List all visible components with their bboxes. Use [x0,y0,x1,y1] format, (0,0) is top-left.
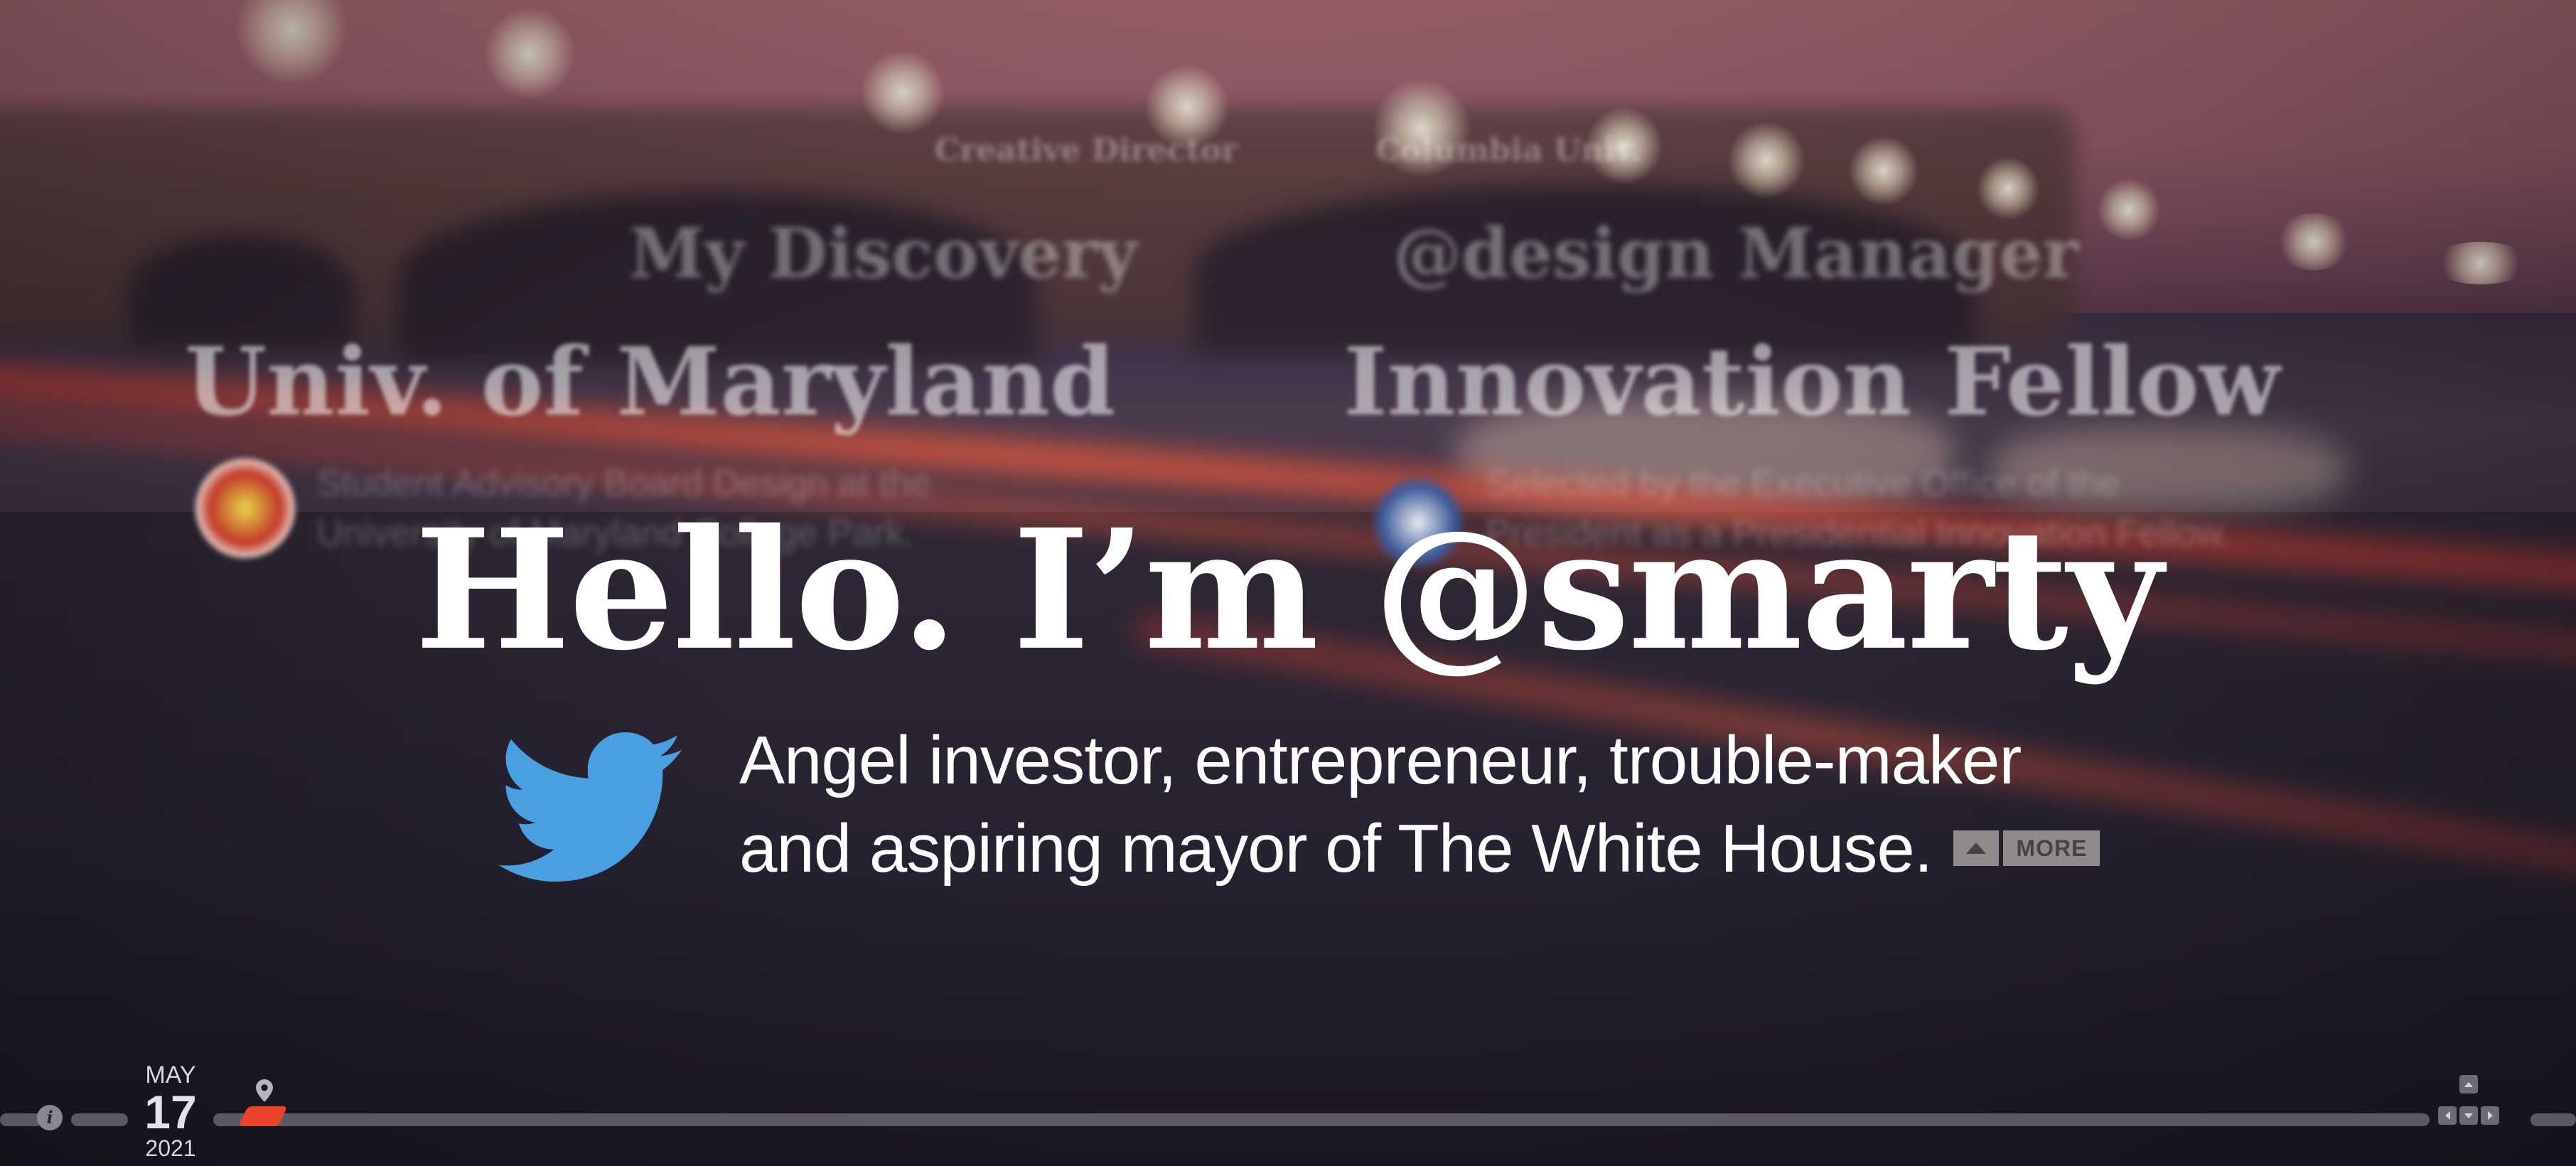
timeline-track[interactable] [0,1109,2576,1126]
arrow-up-icon[interactable] [2459,1075,2478,1093]
hero-tagline: Angel investor, entrepreneur, trouble-ma… [739,717,2100,893]
right-card-title: Innovation Fellow [1343,327,2280,437]
arrow-up-icon [1953,830,2000,866]
tagline-line-2: and aspiring mayor of The White House. [739,811,1933,887]
hero-heading: Hello. I’m @smarty [414,493,2162,687]
right-card-role: Columbia Univ. [1375,132,1642,169]
twitter-bird-icon [498,732,682,882]
arrow-right-icon[interactable] [2481,1106,2499,1125]
date-month: MAY [145,1061,196,1089]
left-card-title: Univ. of Maryland [185,327,1116,437]
more-button-label: MORE [2003,830,2100,866]
info-icon[interactable]: i [37,1105,63,1130]
date-year: 2021 [145,1135,196,1161]
timeline-date: MAY 17 2021 [135,1062,206,1160]
map-pin-icon[interactable] [256,1079,273,1102]
tagline-line-1: Angel investor, entrepreneur, trouble-ma… [739,722,2022,798]
timeline-navigation [2438,1075,2499,1129]
more-button[interactable]: MORE [1953,830,2100,866]
arrow-left-icon[interactable] [2438,1106,2457,1125]
left-card-subtitle: My Discovery [629,213,1137,294]
right-card-subtitle: @design Manager [1393,213,2079,294]
date-day: 17 [144,1086,197,1138]
hero: Hello. I’m @smarty [0,498,2576,683]
left-card-role: Creative Director [935,132,1238,169]
arrow-down-icon[interactable] [2459,1106,2478,1125]
